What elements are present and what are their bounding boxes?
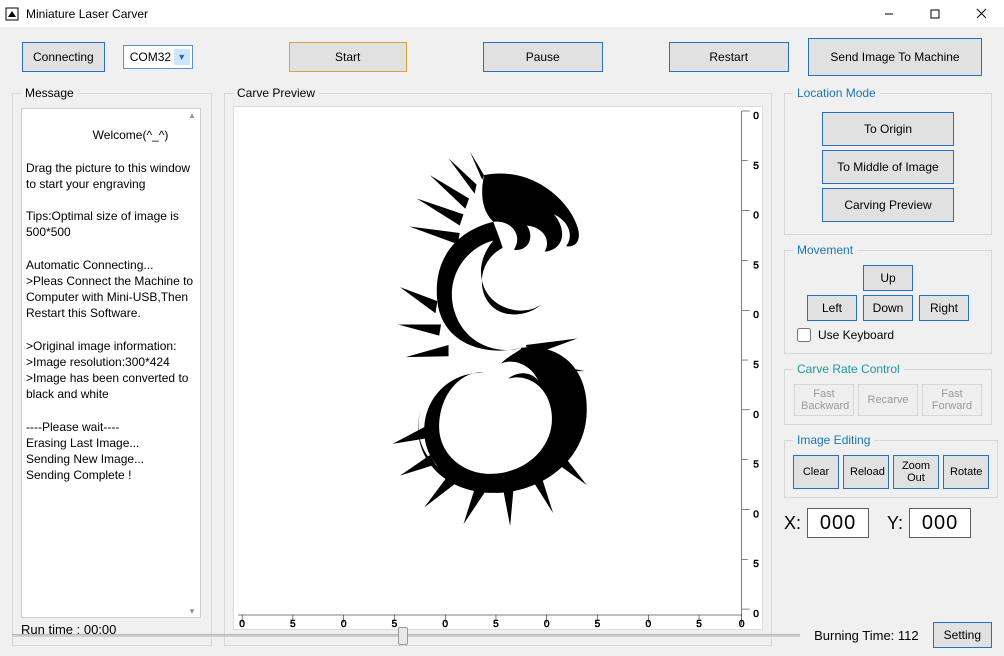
rate-legend: Carve Rate Control <box>793 362 904 376</box>
zoom-out-button[interactable]: Zoom Out <box>893 455 939 489</box>
message-legend: Message <box>21 86 78 100</box>
svg-text:5: 5 <box>753 260 759 271</box>
scrollbar[interactable]: ▴ ▾ <box>184 109 200 617</box>
svg-text:5: 5 <box>753 360 759 371</box>
to-middle-button[interactable]: To Middle of Image <box>822 150 954 184</box>
fast-backward-button: Fast Backward <box>794 384 854 416</box>
move-right-button[interactable]: Right <box>919 295 969 321</box>
svg-text:0: 0 <box>753 310 759 321</box>
fast-forward-button: Fast Forward <box>922 384 982 416</box>
recarve-button: Recarve <box>858 384 918 416</box>
x-value: 000 <box>807 508 869 538</box>
message-text: Welcome(^_^) Drag the picture to this wi… <box>26 128 196 482</box>
coordinates-row: X: 000 Y: 000 <box>784 508 992 538</box>
maximize-button[interactable] <box>912 0 958 28</box>
window-title: Miniature Laser Carver <box>26 7 148 21</box>
preview-canvas[interactable]: 0 5 0 5 0 5 0 5 0 5 0 <box>233 106 763 630</box>
start-button[interactable]: Start <box>289 42 407 72</box>
move-down-button[interactable]: Down <box>863 295 913 321</box>
burning-time-label: Burning Time: 112 <box>814 628 919 643</box>
titlebar: Miniature Laser Carver <box>0 0 1004 28</box>
y-value: 000 <box>909 508 971 538</box>
svg-text:0: 0 <box>753 510 759 521</box>
movement-legend: Movement <box>793 243 857 257</box>
svg-text:0: 0 <box>753 211 759 222</box>
editing-legend: Image Editing <box>793 433 874 447</box>
slider-thumb[interactable] <box>398 627 408 645</box>
image-editing-group: Image Editing Clear Reload Zoom Out Rota… <box>784 433 998 498</box>
y-label: Y: <box>887 513 903 534</box>
pause-button[interactable]: Pause <box>483 42 603 72</box>
carve-preview-group: Carve Preview 0 5 0 5 0 <box>224 86 772 646</box>
top-button-row: Connecting COM32 ▼ Start Pause Restart S… <box>10 34 994 86</box>
scroll-down-icon[interactable]: ▾ <box>184 605 200 617</box>
svg-text:0: 0 <box>753 410 759 421</box>
x-label: X: <box>784 513 801 534</box>
reload-button[interactable]: Reload <box>843 455 889 489</box>
to-origin-button[interactable]: To Origin <box>822 112 954 146</box>
message-log: Welcome(^_^) Drag the picture to this wi… <box>21 108 201 618</box>
rotate-button[interactable]: Rotate <box>943 455 989 489</box>
move-up-button[interactable]: Up <box>863 265 913 291</box>
scroll-up-icon[interactable]: ▴ <box>184 109 200 121</box>
use-keyboard-text: Use Keyboard <box>818 328 894 342</box>
minimize-button[interactable] <box>866 0 912 28</box>
move-left-button[interactable]: Left <box>807 295 857 321</box>
carve-rate-group: Carve Rate Control Fast Backward Recarve… <box>784 362 992 425</box>
use-keyboard-checkbox[interactable] <box>797 328 811 342</box>
use-keyboard-label[interactable]: Use Keyboard <box>793 325 983 345</box>
burning-time-slider[interactable] <box>12 625 800 645</box>
preview-image <box>344 147 624 543</box>
com-port-value: COM32 <box>130 50 171 64</box>
svg-text:5: 5 <box>753 460 759 471</box>
svg-text:0: 0 <box>753 111 759 122</box>
connecting-button[interactable]: Connecting <box>22 42 105 72</box>
svg-text:5: 5 <box>753 161 759 172</box>
bottom-bar: Burning Time: 112 Setting <box>12 622 992 648</box>
com-port-select[interactable]: COM32 ▼ <box>123 45 193 69</box>
clear-button[interactable]: Clear <box>793 455 839 489</box>
restart-button[interactable]: Restart <box>669 42 789 72</box>
carve-preview-legend: Carve Preview <box>233 86 319 100</box>
svg-text:5: 5 <box>753 559 759 570</box>
chevron-down-icon: ▼ <box>174 49 190 65</box>
app-icon <box>4 6 20 22</box>
svg-text:0: 0 <box>753 609 759 620</box>
setting-button[interactable]: Setting <box>933 622 992 648</box>
movement-group: Movement Up Left Down Right Use Keyboard <box>784 243 992 354</box>
location-mode-group: Location Mode To Origin To Middle of Ima… <box>784 86 992 235</box>
location-legend: Location Mode <box>793 86 880 100</box>
carving-preview-button[interactable]: Carving Preview <box>822 188 954 222</box>
message-group: Message Welcome(^_^) Drag the picture to… <box>12 86 212 646</box>
close-button[interactable] <box>958 0 1004 28</box>
send-image-button[interactable]: Send Image To Machine <box>808 38 982 76</box>
